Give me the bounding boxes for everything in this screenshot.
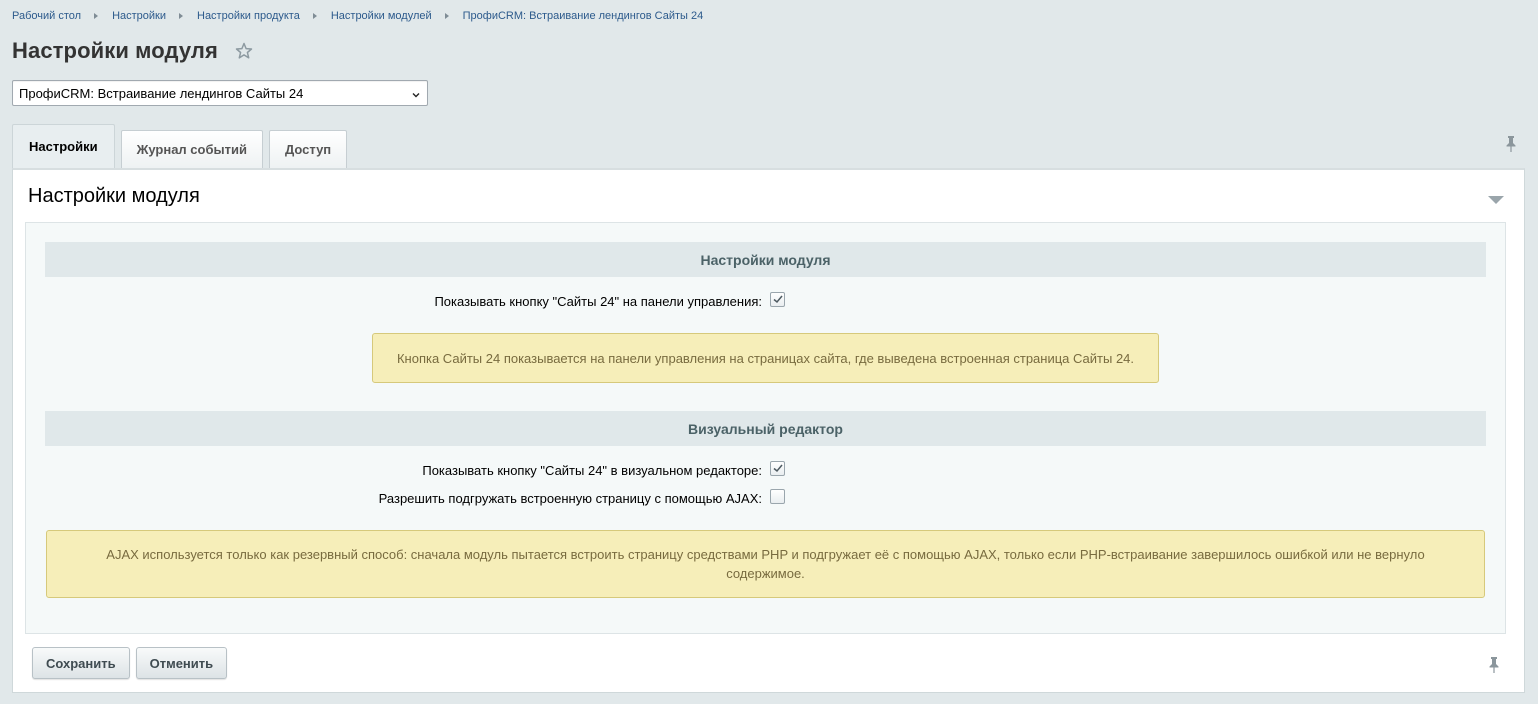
collapse-triangle-icon[interactable] [1488, 192, 1504, 204]
pin-icon[interactable] [1504, 135, 1518, 153]
show-button-editor-checkbox[interactable] [770, 461, 785, 476]
field-label: Разрешить подгружать встроенную страницу… [378, 491, 762, 506]
show-button-panel-checkbox[interactable] [770, 292, 785, 307]
section-heading-module-settings: Настройки модуля [45, 242, 1486, 277]
field-row-show-button-editor: Показывать кнопку "Сайты 24" в визуально… [26, 460, 1505, 480]
module-select-value: ПрофиCRM: Встраивание лендингов Сайты 24 [19, 85, 304, 101]
info-note-text: AJAX используется только как резервный с… [106, 547, 1425, 581]
breadcrumb: Рабочий стол Настройки Настройки продукт… [12, 10, 703, 22]
info-note-ajax: AJAX используется только как резервный с… [46, 530, 1485, 598]
cancel-button[interactable]: Отменить [135, 647, 228, 679]
breadcrumb-item-product-settings[interactable]: Настройки продукта [197, 10, 300, 22]
page-title: Настройки модуля [12, 38, 218, 63]
tab-bar: Настройки Журнал событий Доступ [12, 124, 353, 168]
form-actions: Сохранить Отменить [32, 647, 233, 679]
page-title-row: Настройки модуля [12, 38, 254, 64]
breadcrumb-item-settings[interactable]: Настройки [112, 10, 166, 22]
panel-title: Настройки модуля [28, 185, 200, 207]
settings-form: Настройки модуля Показывать кнопку "Сайт… [25, 222, 1506, 634]
settings-panel: Настройки модуля Настройки модуля Показы… [12, 168, 1525, 693]
field-label: Показывать кнопку "Сайты 24" на панели у… [434, 294, 762, 309]
tab-event-log[interactable]: Журнал событий [120, 130, 263, 168]
module-select[interactable]: ПрофиCRM: Встраивание лендингов Сайты 24 [12, 80, 428, 106]
chevron-down-icon [411, 88, 421, 98]
breadcrumb-arrow-icon [312, 13, 317, 19]
allow-ajax-checkbox[interactable] [770, 489, 785, 504]
breadcrumb-arrow-icon [179, 13, 183, 19]
breadcrumb-item-module-settings[interactable]: Настройки модулей [331, 10, 432, 22]
check-mark-icon [773, 464, 783, 473]
info-note-panel-button: Кнопка Сайты 24 показывается на панели у… [372, 333, 1159, 383]
check-mark-icon [773, 295, 783, 304]
pin-icon[interactable] [1487, 656, 1501, 674]
breadcrumb-arrow-icon [444, 13, 449, 19]
breadcrumb-item-current-module[interactable]: ПрофиCRM: Встраивание лендингов Сайты 24 [463, 10, 704, 22]
tab-settings[interactable]: Настройки [12, 124, 115, 168]
tab-access[interactable]: Доступ [268, 130, 348, 168]
breadcrumb-item-desktop[interactable]: Рабочий стол [12, 10, 81, 22]
breadcrumb-arrow-icon [94, 13, 99, 19]
section-heading-visual-editor: Визуальный редактор [45, 411, 1486, 446]
info-note-text: Кнопка Сайты 24 показывается на панели у… [396, 350, 1135, 366]
save-button[interactable]: Сохранить [32, 647, 130, 679]
field-row-show-button-panel: Показывать кнопку "Сайты 24" на панели у… [26, 291, 1505, 311]
star-icon[interactable] [234, 41, 254, 61]
field-row-allow-ajax: Разрешить подгружать встроенную страницу… [26, 488, 1505, 508]
field-label: Показывать кнопку "Сайты 24" в визуально… [422, 463, 762, 478]
